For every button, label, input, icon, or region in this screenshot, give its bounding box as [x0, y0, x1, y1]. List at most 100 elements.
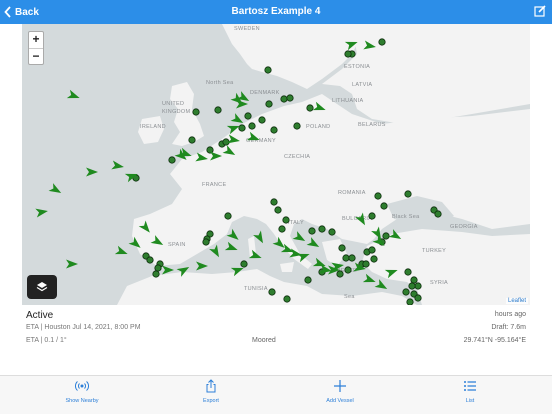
moored-vessel-marker[interactable] [404, 268, 412, 276]
moored-vessel-marker[interactable] [154, 264, 162, 272]
moored-vessel-marker[interactable] [370, 255, 378, 263]
underway-vessel-marker[interactable] [66, 259, 78, 269]
moored-vessel-marker[interactable] [258, 116, 266, 124]
moored-vessel-marker[interactable] [368, 246, 376, 254]
moored-vessel-marker[interactable] [240, 260, 248, 268]
moored-vessel-marker[interactable] [414, 294, 422, 302]
leaflet-attribution[interactable]: Leaflet [505, 298, 528, 304]
moored-vessel-marker[interactable] [410, 276, 418, 284]
moored-vessel-marker[interactable] [286, 94, 294, 102]
moored-vessel-marker[interactable] [206, 146, 214, 154]
underway-vessel-marker[interactable] [162, 265, 174, 275]
moored-vessel-marker[interactable] [270, 198, 278, 206]
moored-vessel-marker[interactable] [270, 126, 278, 134]
zoom-in-button[interactable]: + [29, 32, 43, 48]
underway-vessel-marker[interactable] [388, 229, 404, 243]
underway-vessel-marker[interactable] [363, 40, 376, 52]
tab-list[interactable]: List [438, 379, 502, 404]
moored-vessel-marker[interactable] [306, 104, 314, 112]
underway-vessel-marker[interactable] [226, 228, 242, 244]
underway-vessel-marker[interactable] [128, 236, 144, 252]
underway-vessel-marker[interactable] [224, 241, 239, 255]
moored-vessel-marker[interactable] [244, 112, 252, 120]
underway-vessel-marker[interactable] [66, 89, 81, 103]
moored-vessel-marker[interactable] [374, 192, 382, 200]
underway-vessel-marker[interactable] [374, 279, 390, 293]
moored-vessel-marker[interactable] [152, 270, 160, 278]
underway-vessel-marker[interactable] [253, 230, 267, 246]
underway-vessel-marker[interactable] [210, 151, 222, 161]
underway-vessel-marker[interactable] [222, 145, 238, 159]
underway-vessel-marker[interactable] [246, 131, 261, 145]
vessel-map[interactable]: SWEDEN ESTONIA North Sea LATVIA DENMARK … [22, 24, 530, 305]
zoom-out-button[interactable]: − [29, 48, 43, 64]
moored-vessel-marker[interactable] [402, 288, 410, 296]
underway-vessel-marker[interactable] [176, 263, 192, 277]
moored-vessel-marker[interactable] [342, 254, 350, 262]
tab-show-nearby[interactable]: Show Nearby [50, 379, 114, 404]
moored-vessel-marker[interactable] [378, 38, 386, 46]
moored-vessel-marker[interactable] [202, 238, 210, 246]
underway-vessel-marker[interactable] [86, 167, 98, 177]
underway-vessel-marker[interactable] [312, 101, 327, 115]
underway-vessel-marker[interactable] [296, 250, 311, 263]
moored-vessel-marker[interactable] [308, 227, 316, 235]
moored-vessel-marker[interactable] [280, 95, 288, 103]
underway-vessel-marker[interactable] [150, 235, 166, 249]
moored-vessel-marker[interactable] [146, 256, 154, 264]
moored-vessel-marker[interactable] [348, 254, 356, 262]
moored-vessel-marker[interactable] [282, 216, 290, 224]
underway-vessel-marker[interactable] [227, 134, 240, 146]
moored-vessel-marker[interactable] [214, 106, 222, 114]
moored-vessel-marker[interactable] [304, 276, 312, 284]
moored-vessel-marker[interactable] [265, 100, 273, 108]
moored-vessel-marker[interactable] [268, 288, 276, 296]
moored-vessel-marker[interactable] [293, 122, 301, 130]
eta-destination: ETA | Houston Jul 14, 2021, 8:00 PM [26, 324, 141, 331]
tab-add-vessel[interactable]: Add Vessel [308, 379, 372, 404]
moored-vessel-marker[interactable] [434, 210, 442, 218]
underway-vessel-marker[interactable] [248, 249, 263, 263]
moored-vessel-marker[interactable] [264, 66, 272, 74]
moored-vessel-marker[interactable] [168, 156, 176, 164]
moored-vessel-marker[interactable] [408, 282, 416, 290]
underway-vessel-marker[interactable] [209, 244, 223, 260]
tab-export[interactable]: Export [179, 379, 243, 404]
moored-vessel-marker[interactable] [382, 232, 390, 240]
moored-vessel-marker[interactable] [414, 282, 422, 290]
underway-vessel-marker[interactable] [362, 273, 377, 287]
underway-vessel-marker[interactable] [114, 245, 129, 259]
underway-vessel-marker[interactable] [195, 152, 208, 164]
moored-vessel-marker[interactable] [283, 295, 291, 303]
edit-icon[interactable] [534, 5, 546, 17]
moored-vessel-marker[interactable] [368, 212, 376, 220]
moored-vessel-marker[interactable] [344, 266, 352, 274]
underway-vessel-marker[interactable] [196, 261, 208, 271]
moored-vessel-marker[interactable] [188, 136, 196, 144]
underway-vessel-marker[interactable] [344, 38, 359, 51]
underway-vessel-marker[interactable] [48, 183, 64, 197]
moored-vessel-marker[interactable] [222, 138, 230, 146]
underway-vessel-marker[interactable] [306, 237, 322, 251]
moored-vessel-marker[interactable] [274, 206, 282, 214]
moored-vessel-marker[interactable] [344, 50, 352, 58]
moored-vessel-marker[interactable] [224, 212, 232, 220]
moored-vessel-marker[interactable] [404, 190, 412, 198]
underway-vessel-marker[interactable] [111, 160, 124, 172]
moored-vessel-marker[interactable] [318, 225, 326, 233]
moored-vessel-marker[interactable] [238, 124, 246, 132]
moored-vessel-marker[interactable] [278, 225, 286, 233]
moored-vessel-marker[interactable] [336, 270, 344, 278]
underway-vessel-marker[interactable] [384, 266, 399, 279]
moored-vessel-marker[interactable] [192, 108, 200, 116]
underway-vessel-marker[interactable] [355, 212, 369, 228]
moored-vessel-marker[interactable] [362, 260, 370, 268]
layers-button[interactable] [27, 275, 57, 299]
moored-vessel-marker[interactable] [338, 244, 346, 252]
moored-vessel-marker[interactable] [248, 122, 256, 130]
underway-vessel-marker[interactable] [138, 220, 154, 236]
moored-vessel-marker[interactable] [380, 202, 388, 210]
moored-vessel-marker[interactable] [328, 228, 336, 236]
underway-vessel-marker[interactable] [35, 207, 48, 218]
underway-vessel-marker[interactable] [292, 231, 308, 245]
